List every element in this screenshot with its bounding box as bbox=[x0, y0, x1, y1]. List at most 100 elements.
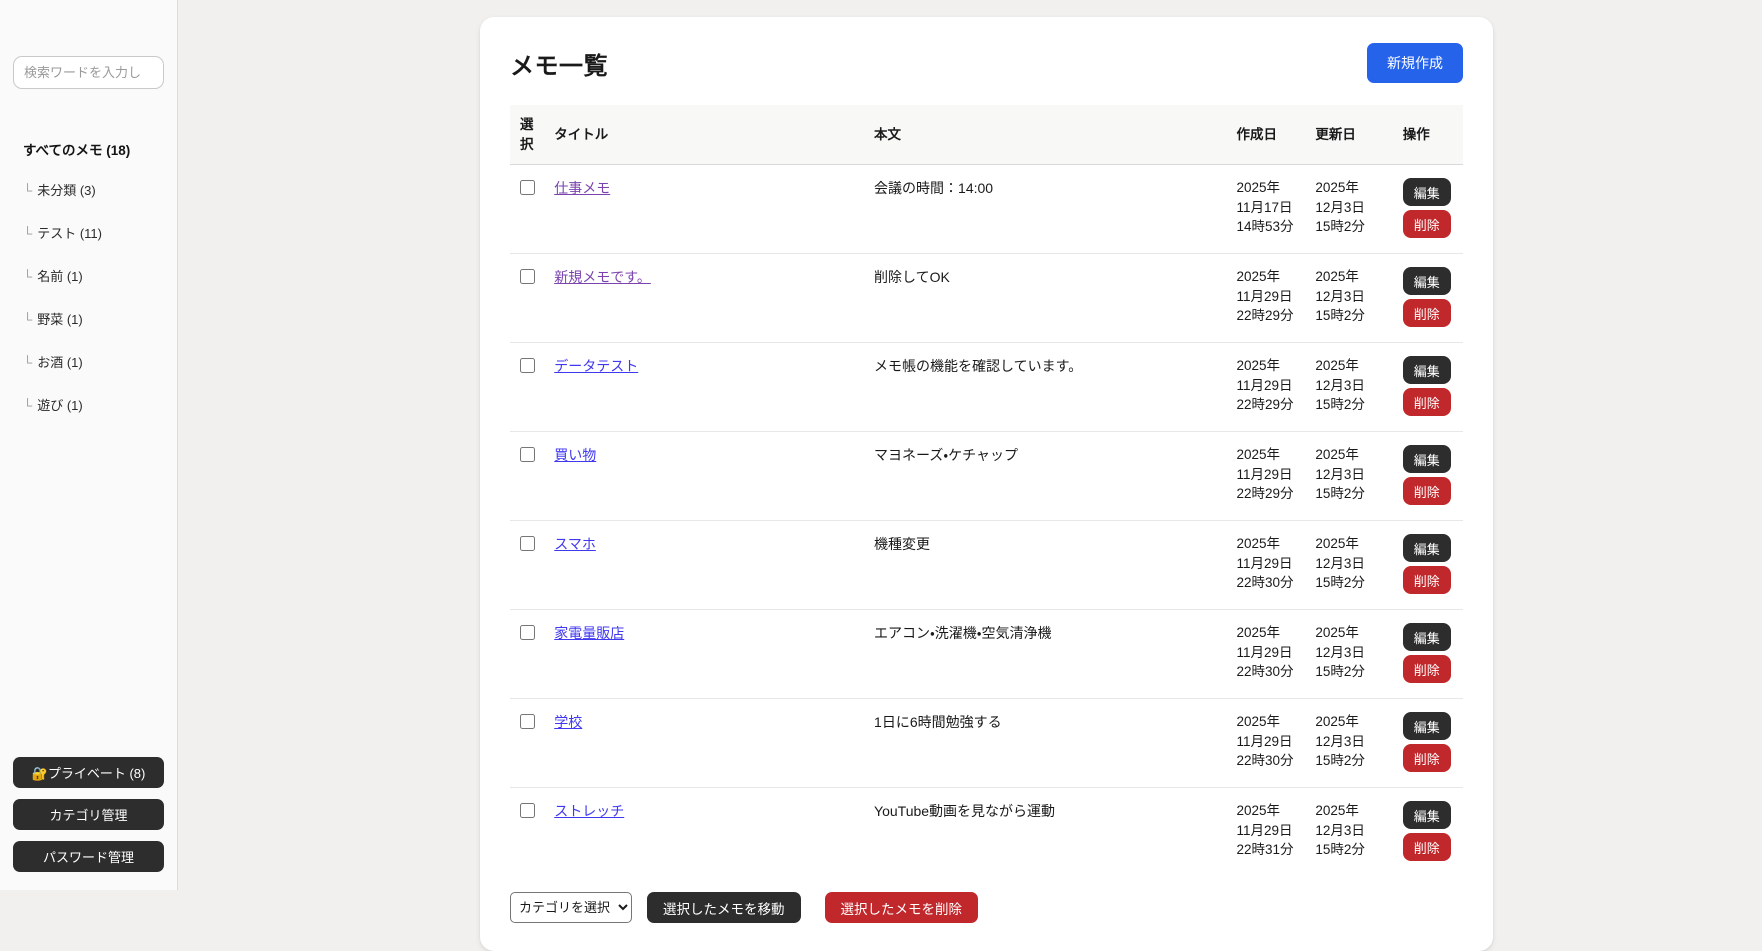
row-checkbox[interactable] bbox=[520, 358, 535, 374]
body-cell: 削除してOK bbox=[866, 253, 1229, 343]
edit-button[interactable]: 編集 bbox=[1402, 445, 1451, 474]
move-selected-button[interactable]: 選択したメモを移動 bbox=[647, 892, 801, 924]
updated-cell: 2025年 12月3日 15時2分 bbox=[1307, 787, 1395, 877]
row-checkbox[interactable] bbox=[520, 625, 535, 641]
sidebar-category-item[interactable]: └ お酒 (1) bbox=[13, 343, 164, 380]
sidebar-category-item[interactable]: └ 名前 (1) bbox=[13, 257, 164, 294]
memo-title-link[interactable]: 学校 bbox=[554, 714, 582, 730]
delete-selected-button[interactable]: 選択したメモを削除 bbox=[824, 892, 978, 924]
body-cell: 会議の時間：14:00 bbox=[866, 164, 1229, 254]
row-checkbox[interactable] bbox=[520, 803, 535, 819]
actions-cell: 編集 削除 bbox=[1394, 609, 1463, 699]
category-label: 未分類 (3) bbox=[37, 183, 96, 198]
memo-table-head: 選択 タイトル 本文 作成日 更新日 操作 bbox=[510, 105, 1463, 165]
category-manage-button[interactable]: カテゴリ管理 bbox=[13, 799, 164, 830]
updated-cell: 2025年 12月3日 15時2分 bbox=[1307, 164, 1395, 254]
delete-button[interactable]: 削除 bbox=[1402, 388, 1451, 417]
memo-title-link[interactable]: 買い物 bbox=[554, 447, 596, 463]
actions-cell: 編集 削除 bbox=[1394, 698, 1463, 788]
sidebar: すべてのメモ (18) └ 未分類 (3) └ テスト (11) └ 名前 (1) └… bbox=[0, 0, 178, 890]
edit-button[interactable]: 編集 bbox=[1402, 534, 1451, 563]
page-title: メモ一覧 bbox=[510, 52, 608, 80]
edit-button[interactable]: 編集 bbox=[1402, 801, 1451, 830]
edit-button[interactable]: 編集 bbox=[1402, 178, 1451, 207]
table-row: ストレッチ YouTube動画を見ながら運動 2025年 11月29日 22時3… bbox=[510, 787, 1463, 877]
memo-title-link[interactable]: データテスト bbox=[554, 358, 638, 374]
actions-cell: 編集 削除 bbox=[1394, 431, 1463, 521]
title-cell: ストレッチ bbox=[546, 787, 867, 877]
row-checkbox[interactable] bbox=[520, 536, 535, 552]
table-row: 仕事メモ 会議の時間：14:00 2025年 11月17日 14時53分 202… bbox=[510, 164, 1463, 254]
edit-button[interactable]: 編集 bbox=[1402, 712, 1451, 741]
sidebar-category-item[interactable]: └ 未分類 (3) bbox=[13, 171, 164, 208]
delete-button[interactable]: 削除 bbox=[1402, 210, 1451, 239]
select-cell bbox=[510, 787, 547, 877]
delete-button[interactable]: 削除 bbox=[1402, 655, 1451, 684]
category-label: 遊び (1) bbox=[37, 398, 83, 413]
memo-title-link[interactable]: ストレッチ bbox=[554, 803, 624, 819]
sidebar-category-item[interactable]: └ 遊び (1) bbox=[13, 386, 164, 423]
title-cell: 買い物 bbox=[546, 431, 867, 521]
private-button[interactable]: 🔐プライベート (8) bbox=[13, 757, 164, 788]
row-checkbox[interactable] bbox=[520, 269, 535, 285]
created-cell: 2025年 11月29日 22時29分 bbox=[1228, 253, 1308, 343]
edit-button[interactable]: 編集 bbox=[1402, 267, 1451, 296]
memo-list-card: メモ一覧 新規作成 選択 タイトル 本文 作成日 更新日 操作 仕事メモ 会議の… bbox=[480, 17, 1493, 951]
updated-cell: 2025年 12月3日 15時2分 bbox=[1307, 698, 1395, 788]
created-cell: 2025年 11月29日 22時31分 bbox=[1228, 787, 1308, 877]
table-footer: カテゴリを選択 選択したメモを移動 選択したメモを削除 bbox=[510, 892, 1463, 924]
select-cell bbox=[510, 520, 547, 610]
delete-button[interactable]: 削除 bbox=[1402, 477, 1451, 506]
created-cell: 2025年 11月29日 22時29分 bbox=[1228, 342, 1308, 432]
title-cell: データテスト bbox=[546, 342, 867, 432]
created-cell: 2025年 11月29日 22時30分 bbox=[1228, 698, 1308, 788]
delete-button[interactable]: 削除 bbox=[1402, 566, 1451, 595]
category-select[interactable]: カテゴリを選択 bbox=[510, 892, 632, 924]
select-cell bbox=[510, 609, 547, 699]
select-cell bbox=[510, 253, 547, 343]
row-checkbox[interactable] bbox=[520, 180, 535, 196]
category-label: 名前 (1) bbox=[37, 269, 83, 284]
memo-table-body: 仕事メモ 会議の時間：14:00 2025年 11月17日 14時53分 202… bbox=[510, 164, 1463, 877]
sidebar-category-item[interactable]: └ テスト (11) bbox=[13, 214, 164, 251]
header-actions: 操作 bbox=[1394, 105, 1463, 165]
delete-button[interactable]: 削除 bbox=[1402, 744, 1451, 773]
delete-button[interactable]: 削除 bbox=[1402, 833, 1451, 862]
search-input[interactable] bbox=[13, 56, 164, 89]
row-checkbox[interactable] bbox=[520, 714, 535, 730]
title-cell: 学校 bbox=[546, 698, 867, 788]
header-title: タイトル bbox=[546, 105, 867, 165]
memo-title-link[interactable]: 仕事メモ bbox=[554, 180, 610, 196]
body-cell: 1日に6時間勉強する bbox=[866, 698, 1229, 788]
select-cell bbox=[510, 164, 547, 254]
password-manage-button[interactable]: パスワード管理 bbox=[13, 841, 164, 872]
memo-title-link[interactable]: スマホ bbox=[554, 536, 596, 552]
actions-cell: 編集 削除 bbox=[1394, 342, 1463, 432]
memo-title-link[interactable]: 新規メモです。 bbox=[554, 269, 651, 285]
create-new-button[interactable]: 新規作成 bbox=[1367, 43, 1463, 83]
memo-title-link[interactable]: 家電量販店 bbox=[554, 625, 624, 641]
sidebar-all-memos[interactable]: すべてのメモ (18) bbox=[13, 139, 164, 159]
updated-cell: 2025年 12月3日 15時2分 bbox=[1307, 520, 1395, 610]
title-cell: 家電量販店 bbox=[546, 609, 867, 699]
tree-branch-icon: └ bbox=[23, 312, 33, 327]
select-cell bbox=[510, 431, 547, 521]
table-row: 買い物 マヨネーズ・ケチャップ 2025年 11月29日 22時29分 2025… bbox=[510, 431, 1463, 521]
updated-cell: 2025年 12月3日 15時2分 bbox=[1307, 431, 1395, 521]
tree-branch-icon: └ bbox=[23, 355, 33, 370]
actions-cell: 編集 削除 bbox=[1394, 164, 1463, 254]
edit-button[interactable]: 編集 bbox=[1402, 356, 1451, 385]
actions-cell: 編集 削除 bbox=[1394, 787, 1463, 877]
created-cell: 2025年 11月29日 22時30分 bbox=[1228, 609, 1308, 699]
edit-button[interactable]: 編集 bbox=[1402, 623, 1451, 652]
category-label: 野菜 (1) bbox=[37, 312, 83, 327]
header-updated: 更新日 bbox=[1307, 105, 1395, 165]
actions-cell: 編集 削除 bbox=[1394, 253, 1463, 343]
row-checkbox[interactable] bbox=[520, 447, 535, 463]
table-row: スマホ 機種変更 2025年 11月29日 22時30分 2025年 12月3日… bbox=[510, 520, 1463, 610]
updated-cell: 2025年 12月3日 15時2分 bbox=[1307, 342, 1395, 432]
table-row: データテスト メモ帳の機能を確認しています。 2025年 11月29日 22時2… bbox=[510, 342, 1463, 432]
delete-button[interactable]: 削除 bbox=[1402, 299, 1451, 328]
sidebar-category-item[interactable]: └ 野菜 (1) bbox=[13, 300, 164, 337]
